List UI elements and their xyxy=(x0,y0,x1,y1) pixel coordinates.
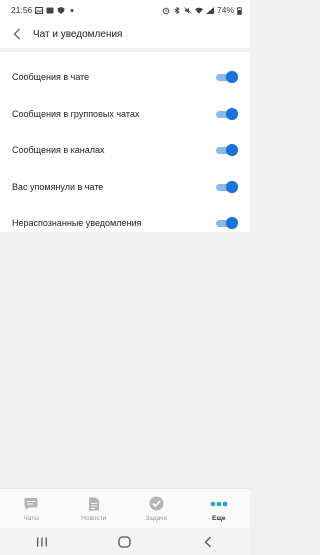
image-icon xyxy=(35,6,44,14)
chat-icon xyxy=(24,496,38,512)
tab-chats[interactable]: Чаты xyxy=(1,496,61,522)
home-icon xyxy=(118,535,132,548)
bluetooth-icon xyxy=(173,6,181,14)
battery-icon xyxy=(237,6,242,15)
notification-icon xyxy=(46,7,54,14)
setting-label: Нераспознанные уведомления xyxy=(12,218,142,229)
recent-apps-icon xyxy=(36,537,47,546)
nav-back-button[interactable] xyxy=(188,532,228,552)
unrecognized-notifications-toggle[interactable] xyxy=(214,217,238,230)
setting-row-channel-messages: Сообщения в каналах xyxy=(0,132,250,169)
page-title: Чат и уведомления xyxy=(33,28,123,40)
home-button[interactable] xyxy=(105,532,145,552)
tab-news[interactable]: Новости xyxy=(64,496,124,522)
tab-more[interactable]: Еще xyxy=(189,496,249,522)
status-time: 21:56 xyxy=(11,5,33,15)
check-icon xyxy=(149,496,164,512)
setting-row-unrecognized-notifications: Нераспознанные уведомления xyxy=(0,205,250,242)
setting-label: Сообщения в каналах xyxy=(12,145,105,156)
shield-icon xyxy=(57,6,65,14)
tab-label: Еще xyxy=(212,514,226,522)
setting-label: Вас упомянули в чате xyxy=(12,181,104,192)
setting-row-mentions: Вас упомянули в чате xyxy=(0,169,250,206)
bottom-tab-bar: Чаты Новости Задачи Еще xyxy=(0,488,250,528)
more-icon xyxy=(210,496,228,512)
setting-row-group-chat-messages: Сообщения в групповых чатах xyxy=(0,96,250,133)
signal-icon xyxy=(205,6,214,14)
back-button[interactable] xyxy=(10,26,24,42)
news-icon xyxy=(88,496,100,512)
status-bar: 21:56 74% xyxy=(0,0,250,20)
system-nav-bar xyxy=(0,528,250,555)
back-icon xyxy=(204,536,212,547)
tab-tasks[interactable]: Задачи xyxy=(126,496,186,522)
battery-level: 74% xyxy=(216,5,234,15)
app-header: Чат и уведомления xyxy=(0,20,250,48)
tab-label: Новости xyxy=(81,514,107,522)
tab-label: Задачи xyxy=(145,514,168,522)
chat-messages-toggle[interactable] xyxy=(214,71,238,84)
channel-messages-toggle[interactable] xyxy=(214,144,238,157)
setting-label: Сообщения в чате xyxy=(12,72,90,83)
dot-icon xyxy=(68,7,76,14)
chevron-left-icon xyxy=(13,28,20,40)
mute-icon xyxy=(184,6,192,14)
alarm-icon xyxy=(162,7,170,14)
tab-label: Чаты xyxy=(23,514,39,522)
notification-settings-list: Сообщения в чате Сообщения в групповых ч… xyxy=(0,52,250,232)
mentions-toggle[interactable] xyxy=(214,180,238,193)
group-chat-messages-toggle[interactable] xyxy=(214,107,238,120)
wifi-icon xyxy=(194,7,203,14)
recent-apps-button[interactable] xyxy=(22,532,62,552)
status-right: 74% xyxy=(162,5,242,15)
setting-label: Сообщения в групповых чатах xyxy=(12,108,140,119)
status-left: 21:56 xyxy=(11,5,76,15)
setting-row-chat-messages: Сообщения в чате xyxy=(0,59,250,96)
